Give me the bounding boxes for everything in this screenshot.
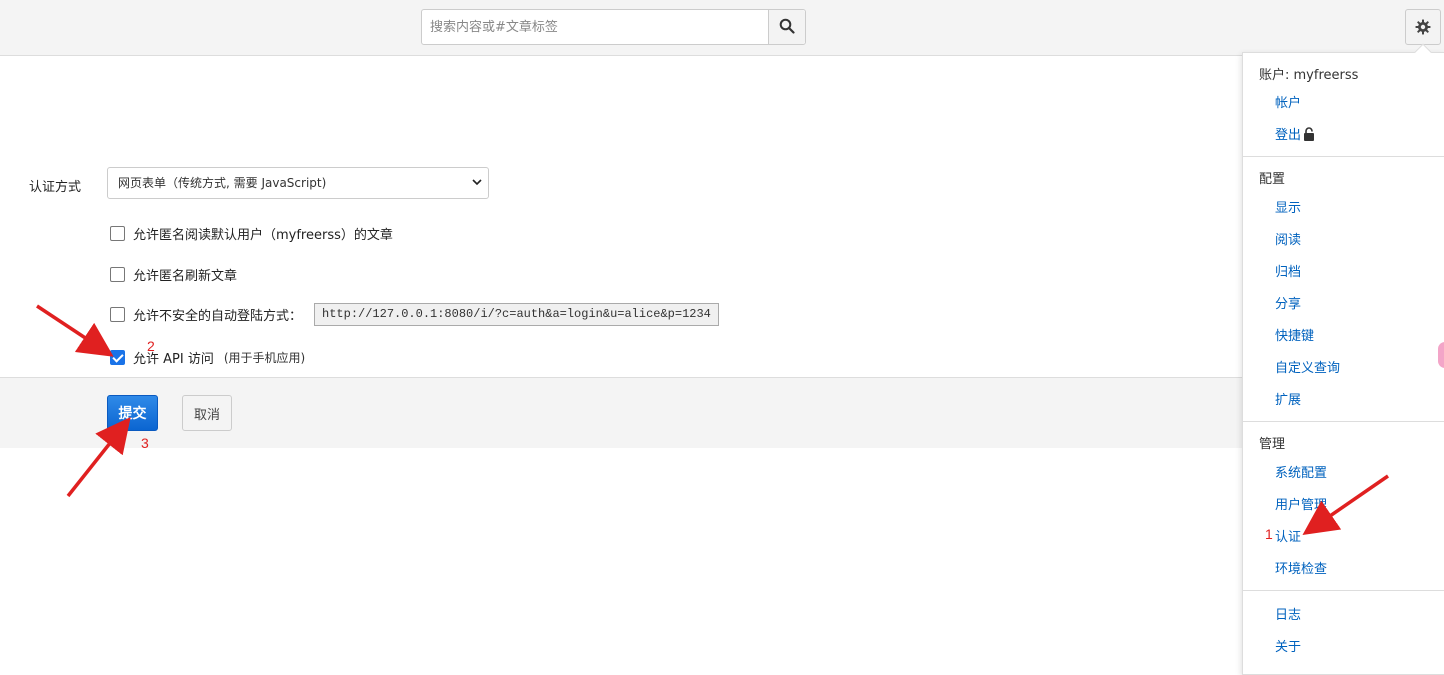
annotation-arrows	[36, 304, 1389, 535]
step-number-3: 3	[141, 435, 149, 451]
step-number-1: 1	[1265, 526, 1273, 542]
step-number-2: 2	[147, 338, 155, 354]
arrow-to-submit-button	[66, 417, 131, 498]
arrow-to-api-checkbox	[36, 304, 114, 357]
arrow-to-auth-menu-item	[1302, 474, 1389, 535]
